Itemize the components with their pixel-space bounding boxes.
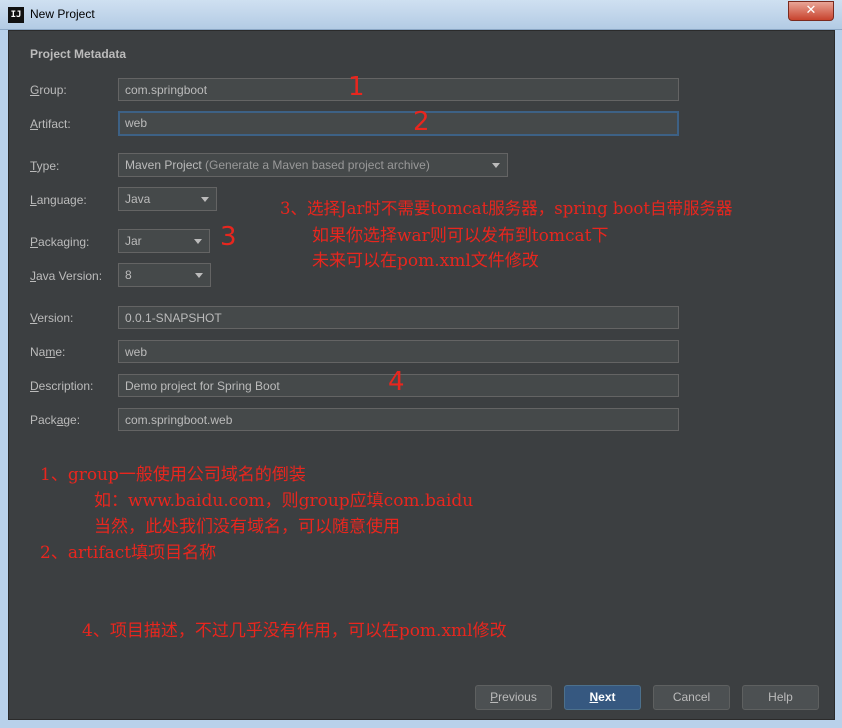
annotation-note-1-line3: 当然，此处我们没有域名，可以随意使用 bbox=[94, 517, 400, 537]
version-label: Version: bbox=[30, 311, 74, 325]
type-value: Maven Project bbox=[125, 158, 202, 172]
name-label: Name: bbox=[30, 345, 66, 359]
intellij-icon: IJ bbox=[8, 7, 24, 23]
language-label: Language: bbox=[30, 193, 87, 207]
chevron-down-icon bbox=[201, 197, 209, 202]
annotation-note-3: 3、选择Jar时不需要tomcat服务器，spring boot自带服务器 bbox=[280, 199, 733, 218]
annotation-note-1: 1、group一般使用公司域名的倒装 bbox=[40, 465, 306, 485]
group-label: Group: bbox=[30, 83, 67, 97]
java-version-label: Java Version: bbox=[30, 269, 103, 283]
type-dropdown[interactable]: Maven Project (Generate a Maven based pr… bbox=[118, 153, 508, 177]
annotation-note-1-line2: 如：www.baidu.com，则group应填com.baidu bbox=[94, 491, 474, 511]
cancel-button[interactable]: Cancel bbox=[653, 685, 730, 710]
type-hint: (Generate a Maven based project archive) bbox=[205, 158, 430, 172]
name-field[interactable]: web bbox=[118, 340, 679, 363]
next-button[interactable]: Next bbox=[564, 685, 641, 710]
previous-button[interactable]: Previous bbox=[475, 685, 552, 710]
chevron-down-icon bbox=[492, 163, 500, 168]
annotation-marker-3: 3 bbox=[220, 222, 237, 252]
artifact-field[interactable]: web bbox=[118, 111, 679, 136]
version-field[interactable]: 0.0.1-SNAPSHOT bbox=[118, 306, 679, 329]
packaging-dropdown[interactable]: Jar bbox=[118, 229, 210, 253]
section-title: Project Metadata bbox=[30, 47, 127, 61]
help-button[interactable]: Help bbox=[742, 685, 819, 710]
description-label: Description: bbox=[30, 379, 94, 393]
annotation-note-2: 2、artifact填项目名称 bbox=[40, 543, 217, 563]
package-field[interactable]: com.springboot.web bbox=[118, 408, 679, 431]
type-label: Type: bbox=[30, 159, 60, 173]
language-dropdown[interactable]: Java bbox=[118, 187, 217, 211]
annotation-marker-2: 2 bbox=[413, 107, 430, 137]
annotation-note-3-line3: 未来可以在pom.xml文件修改 bbox=[312, 251, 539, 271]
title-bar: IJ New Project ✕ bbox=[0, 0, 842, 30]
group-field[interactable]: com.springboot bbox=[118, 78, 679, 101]
annotation-marker-1: 1 bbox=[348, 72, 365, 102]
annotation-marker-4: 4 bbox=[388, 367, 405, 397]
close-button[interactable]: ✕ bbox=[788, 1, 834, 21]
java-version-dropdown[interactable]: 8 bbox=[118, 263, 211, 287]
java-version-value: 8 bbox=[125, 268, 132, 282]
annotation-note-3-line2: 如果你选择war则可以发布到tomcat下 bbox=[312, 226, 609, 246]
package-label: Package: bbox=[30, 413, 81, 427]
chevron-down-icon bbox=[195, 273, 203, 278]
chevron-down-icon bbox=[194, 239, 202, 244]
packaging-label: Packaging: bbox=[30, 235, 90, 249]
window-title: New Project bbox=[30, 7, 95, 21]
language-value: Java bbox=[125, 192, 151, 206]
annotation-note-4: 4、项目描述，不过几乎没有作用，可以在pom.xml修改 bbox=[82, 621, 507, 641]
packaging-value: Jar bbox=[125, 234, 142, 248]
artifact-label: Artifact: bbox=[30, 117, 71, 131]
